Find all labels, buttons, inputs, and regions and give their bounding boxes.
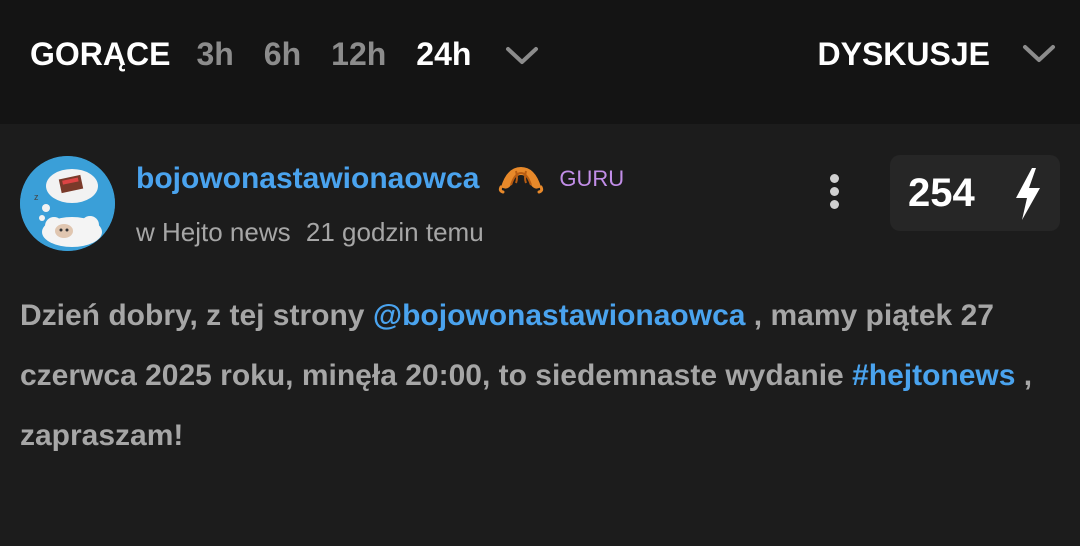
post-meta: w Hejto news 21 godzin temu [136, 216, 484, 248]
chevron-down-icon[interactable] [505, 46, 539, 66]
avatar-sheep-image: z [20, 156, 115, 251]
svg-text:z: z [34, 192, 39, 202]
sort-hot-tab[interactable]: GORĄCE [30, 34, 170, 74]
sort-tabs: GORĄCE 3h 6h 12h 24h [30, 34, 539, 74]
author-row: bojowonastawionaowca GURU [136, 160, 624, 198]
post-card: z bojowonastawionaowca GURU w Hejto news… [0, 124, 1080, 546]
top-navigation-bar: GORĄCE 3h 6h 12h 24h DYSKUSJE [0, 0, 1080, 124]
croissant-icon [499, 167, 544, 194]
author-username[interactable]: bojowonastawionaowca [136, 160, 479, 198]
section-dropdown[interactable]: DYSKUSJE [818, 34, 1057, 74]
hashtag-link[interactable]: #hejtonews [852, 359, 1015, 392]
community-prefix: w [136, 217, 155, 247]
tab-12h[interactable]: 12h [331, 34, 386, 74]
community-link[interactable]: Hejto news [162, 217, 291, 247]
tab-6h[interactable]: 6h [264, 34, 301, 74]
section-label[interactable]: DYSKUSJE [818, 34, 991, 74]
vote-button[interactable]: 254 [890, 155, 1060, 231]
tab-24h[interactable]: 24h [416, 34, 471, 74]
post-time: 21 godzin temu [305, 217, 484, 247]
tab-3h[interactable]: 3h [196, 34, 233, 74]
avatar[interactable]: z [20, 156, 115, 251]
user-mention-link[interactable]: @bojowonastawionaowca [373, 299, 746, 332]
content-text: Dzień dobry, z tej strony [20, 299, 373, 332]
user-rank-badge: GURU [559, 166, 625, 191]
more-vertical-icon[interactable] [824, 174, 844, 214]
post-content: Dzień dobry, z tej strony @bojowonastawi… [20, 286, 1060, 466]
vote-count: 254 [908, 171, 975, 215]
lightning-bolt-icon [1016, 168, 1040, 220]
chevron-down-icon[interactable] [1022, 44, 1056, 64]
